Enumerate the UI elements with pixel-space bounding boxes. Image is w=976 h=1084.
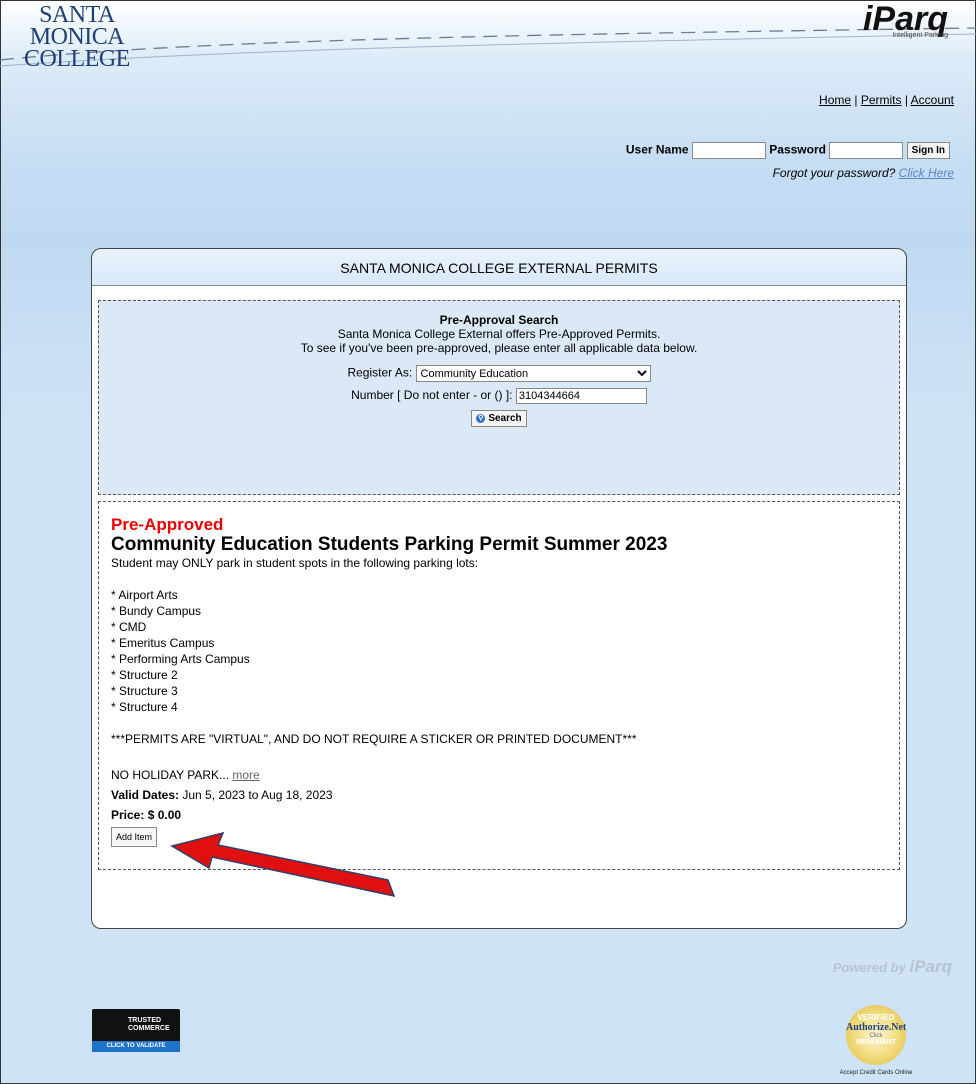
trusted-line1: TRUSTED	[128, 1017, 162, 1024]
powered-by-brand: iParq	[909, 957, 952, 976]
authorize-net-seal[interactable]: VERIFIED Authorize.Net Click MERCHANT	[846, 1005, 906, 1065]
click-to-validate: CLICK TO VALIDATE	[92, 1041, 180, 1052]
trusted-commerce-badge[interactable]: TRUSTED COMMERCE CLICK TO VALIDATE	[92, 1009, 180, 1052]
trusted-commerce-text: TRUSTED COMMERCE	[92, 1009, 180, 1033]
powered-by-text: Powered by	[832, 960, 910, 975]
red-arrow-icon	[170, 831, 396, 898]
annotation-arrow	[170, 831, 396, 898]
seal-merchant: MERCHANT	[855, 1039, 897, 1046]
seal-brand: Authorize.Net	[846, 1022, 907, 1033]
powered-by: Powered by iParq	[833, 957, 952, 977]
seal-caption: Accept Credit Cards Online	[839, 1070, 913, 1076]
seal-verified: VERIFIED	[857, 1013, 895, 1022]
trusted-line2: COMMERCE	[128, 1025, 170, 1032]
